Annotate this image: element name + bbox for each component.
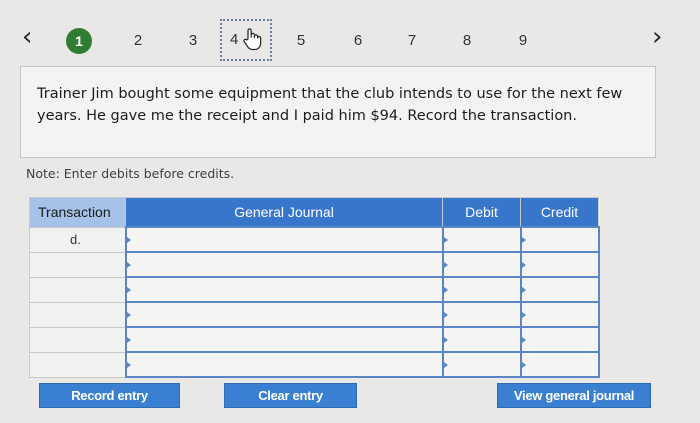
debit-input[interactable] (443, 303, 520, 326)
row-marker (521, 261, 526, 268)
transaction-cell: d. (29, 226, 126, 253)
credit-input[interactable] (521, 328, 598, 351)
account-input[interactable] (126, 278, 442, 301)
credit-input[interactable] (521, 253, 598, 276)
clear-entry-button[interactable]: Clear entry (224, 383, 357, 408)
debit-input[interactable] (443, 278, 520, 301)
row-marker (443, 286, 448, 293)
debit-cell[interactable] (441, 301, 522, 328)
transaction-cell (29, 351, 126, 378)
header-general-journal: General Journal (125, 197, 443, 228)
question-text: Trainer Jim bought some equipment that t… (37, 86, 623, 124)
account-input[interactable] (126, 228, 442, 251)
credit-input[interactable] (521, 228, 598, 251)
step-8[interactable]: 8 (454, 28, 480, 54)
row-marker (443, 311, 448, 318)
row-marker (126, 236, 131, 243)
header-transaction: Transaction (29, 197, 126, 228)
table-row (29, 276, 600, 303)
account-cell[interactable] (124, 251, 444, 278)
credit-input[interactable] (521, 278, 598, 301)
record-entry-button[interactable]: Record entry (39, 383, 180, 408)
transaction-cell (29, 326, 126, 353)
instruction-note: Note: Enter debits before credits. (26, 166, 235, 181)
account-cell[interactable] (124, 326, 444, 353)
debit-cell[interactable] (441, 351, 522, 378)
step-3[interactable]: 3 (180, 28, 206, 54)
step-2[interactable]: 2 (125, 28, 151, 54)
row-marker (126, 361, 131, 368)
credit-cell[interactable] (519, 351, 600, 378)
table-row (29, 326, 600, 353)
debit-input[interactable] (443, 353, 520, 376)
row-marker (443, 361, 448, 368)
row-marker (521, 236, 526, 243)
credit-cell[interactable] (519, 276, 600, 303)
row-marker (126, 286, 131, 293)
table-row (29, 251, 600, 278)
view-general-journal-button[interactable]: View general journal (497, 383, 651, 408)
table-header-row: Transaction General Journal Debit Credit (29, 197, 599, 228)
debit-cell[interactable] (441, 276, 522, 303)
step-4[interactable]: 4 (220, 19, 272, 61)
account-input[interactable] (126, 328, 442, 351)
transaction-cell (29, 276, 126, 303)
row-marker (126, 261, 131, 268)
debit-cell[interactable] (441, 326, 522, 353)
credit-input[interactable] (521, 353, 598, 376)
hand-pointer-icon (243, 28, 262, 51)
account-cell[interactable] (124, 351, 444, 378)
credit-cell[interactable] (519, 301, 600, 328)
step-1[interactable]: 1 (66, 28, 92, 54)
chevron-right-icon[interactable]: › (652, 24, 662, 50)
step-6[interactable]: 6 (345, 28, 371, 54)
row-marker (443, 336, 448, 343)
row-marker (521, 311, 526, 318)
debit-input[interactable] (443, 328, 520, 351)
table-row (29, 301, 600, 328)
debit-cell[interactable] (441, 226, 522, 253)
transaction-cell (29, 301, 126, 328)
row-marker (521, 286, 526, 293)
credit-cell[interactable] (519, 251, 600, 278)
row-marker (521, 361, 526, 368)
table-row (29, 351, 600, 378)
row-marker (126, 336, 131, 343)
account-cell[interactable] (124, 301, 444, 328)
chevron-left-icon[interactable]: ‹ (22, 24, 32, 50)
debit-input[interactable] (443, 228, 520, 251)
step-5[interactable]: 5 (288, 28, 314, 54)
question-box: Trainer Jim bought some equipment that t… (20, 66, 656, 158)
step-navigation: ‹ 1 2 3 4 5 6 7 8 9 › (0, 0, 700, 70)
row-marker (443, 261, 448, 268)
debit-cell[interactable] (441, 251, 522, 278)
credit-cell[interactable] (519, 326, 600, 353)
transaction-cell (29, 251, 126, 278)
account-cell[interactable] (124, 276, 444, 303)
step-9[interactable]: 9 (510, 28, 536, 54)
credit-input[interactable] (521, 303, 598, 326)
account-input[interactable] (126, 353, 442, 376)
credit-cell[interactable] (519, 226, 600, 253)
table-row: d. (29, 226, 600, 253)
debit-input[interactable] (443, 253, 520, 276)
header-debit: Debit (442, 197, 521, 228)
journal-entry-table: Transaction General Journal Debit Credit… (29, 197, 600, 378)
account-cell[interactable] (124, 226, 444, 253)
account-input[interactable] (126, 253, 442, 276)
row-marker (443, 236, 448, 243)
step-7[interactable]: 7 (399, 28, 425, 54)
header-credit: Credit (520, 197, 599, 228)
account-input[interactable] (126, 303, 442, 326)
row-marker (521, 336, 526, 343)
row-marker (126, 311, 131, 318)
step-4-label: 4 (230, 31, 239, 48)
